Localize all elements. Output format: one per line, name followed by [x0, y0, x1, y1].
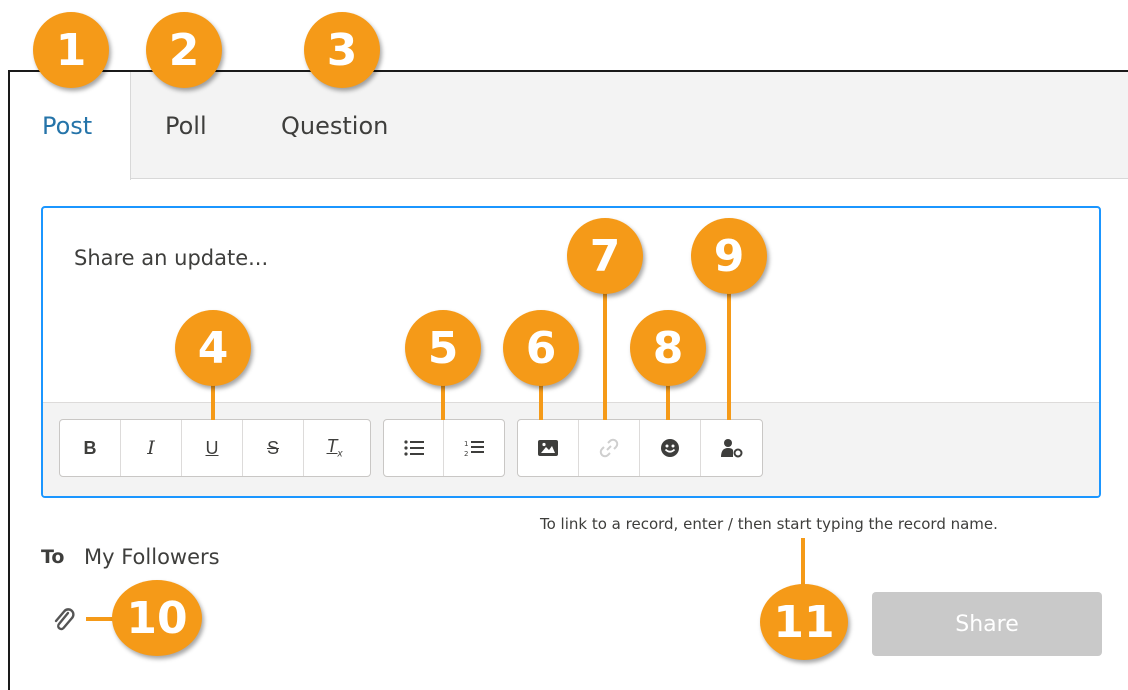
- editor-placeholder[interactable]: Share an update...: [74, 246, 268, 270]
- svg-text:2: 2: [464, 450, 468, 457]
- callout-3: 3: [304, 12, 380, 88]
- insert-link-button[interactable]: [579, 420, 640, 476]
- paperclip-icon: [54, 608, 75, 631]
- share-button[interactable]: Share: [872, 592, 1102, 656]
- strikethrough-icon: S: [266, 437, 279, 458]
- callout-11-leader: [801, 538, 805, 588]
- tab-post[interactable]: Post: [42, 112, 92, 140]
- callout-9: 9: [691, 218, 767, 294]
- emoji-icon: [661, 439, 679, 457]
- numbered-list-icon: 1 2: [464, 440, 484, 457]
- callout-2: 2: [146, 12, 222, 88]
- underline-button[interactable]: U: [182, 420, 243, 476]
- bold-button[interactable]: B: [60, 420, 121, 476]
- link-icon: [599, 438, 619, 458]
- image-icon: [538, 440, 558, 456]
- callout-10: 10: [112, 580, 202, 656]
- bold-icon: B: [83, 437, 97, 458]
- italic-icon: I: [147, 437, 155, 459]
- svg-text:1: 1: [464, 440, 468, 448]
- tab-poll[interactable]: Poll: [165, 112, 207, 140]
- underline-icon: U: [205, 437, 219, 458]
- attach-file-button[interactable]: [50, 606, 78, 634]
- insert-group: [517, 419, 763, 477]
- callout-8: 8: [630, 310, 706, 386]
- clear-formatting-icon: Tx: [326, 436, 343, 460]
- insert-image-button[interactable]: [518, 420, 579, 476]
- formatting-toolbar: B I U S Tx 1 2: [43, 402, 1099, 496]
- callout-5-leader: [441, 380, 445, 420]
- mention-icon: [720, 439, 742, 458]
- strikethrough-button[interactable]: S: [243, 420, 304, 476]
- callout-8-leader: [666, 380, 670, 420]
- callout-9-leader: [727, 290, 731, 420]
- callout-7: 7: [567, 218, 643, 294]
- record-link-hint: To link to a record, enter / then start …: [540, 515, 998, 533]
- audience-selector[interactable]: My Followers: [84, 545, 220, 569]
- tab-question[interactable]: Question: [281, 112, 388, 140]
- numbered-list-button[interactable]: 1 2: [444, 420, 504, 476]
- mention-button[interactable]: [701, 420, 762, 476]
- callout-4: 4: [175, 310, 251, 386]
- list-group: 1 2: [383, 419, 505, 477]
- callout-7-leader: [603, 290, 607, 420]
- callout-4-leader: [211, 380, 215, 420]
- italic-button[interactable]: I: [121, 420, 182, 476]
- text-format-group: B I U S Tx: [59, 419, 371, 477]
- callout-5: 5: [405, 310, 481, 386]
- to-label: To: [41, 546, 65, 568]
- callout-11: 11: [760, 584, 848, 660]
- bulleted-list-icon: [403, 440, 424, 456]
- bulleted-list-button[interactable]: [384, 420, 445, 476]
- insert-emoji-button[interactable]: [640, 420, 701, 476]
- callout-6: 6: [503, 310, 579, 386]
- clear-formatting-button[interactable]: Tx: [304, 420, 365, 476]
- callout-6-leader: [539, 380, 543, 420]
- callout-1: 1: [33, 12, 109, 88]
